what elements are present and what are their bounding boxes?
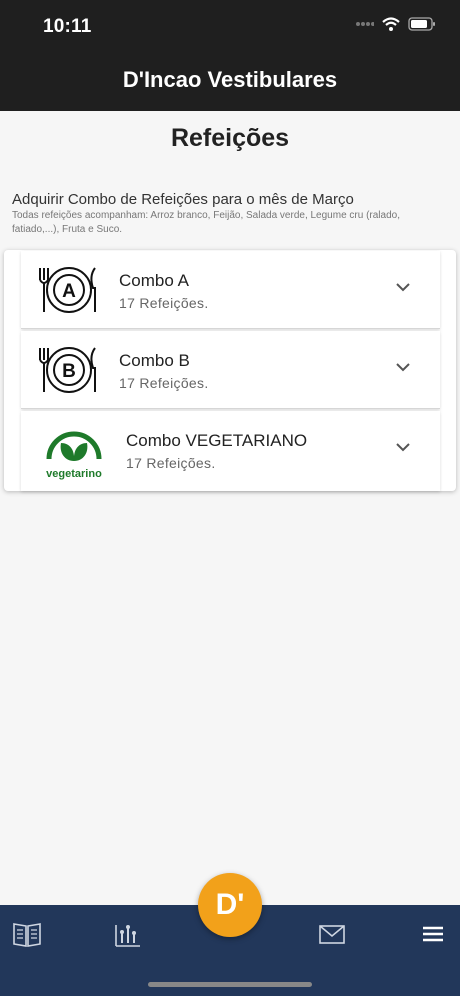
combo-card-list: A Combo A 17 Refeições. B Combo B 17 Ref… (4, 250, 456, 491)
app-title: D'Incao Vestibulares (122, 67, 338, 92)
home-indicator (148, 982, 312, 987)
app-header: D'Incao Vestibulares (0, 56, 460, 111)
combo-name: Combo VEGETARIANO (126, 431, 308, 450)
wifi-icon (382, 17, 400, 31)
combo-meals: 17 Refeições. (119, 375, 209, 391)
book-icon[interactable] (12, 919, 42, 949)
plate-b-icon: B (39, 347, 96, 393)
vegetarian-logo-text: vegetarino (46, 468, 102, 480)
plate-b-letter: B (62, 361, 76, 382)
chart-icon[interactable] (113, 919, 143, 949)
status-icons (356, 17, 436, 31)
combo-b-item[interactable]: B Combo B 17 Refeições. (21, 331, 440, 409)
combo-vegetariano-item[interactable]: vegetarino Combo VEGETARIANO 17 Refeiçõe… (21, 411, 440, 491)
battery-icon (408, 17, 435, 31)
page-note: Todas refeições acompanham: Arroz branco… (12, 210, 400, 235)
menu-icon[interactable] (418, 919, 448, 949)
page-subtitle: Adquirir Combo de Refeições para o mês d… (12, 191, 354, 208)
dincao-home-button[interactable]: D' (198, 873, 262, 937)
status-bar: 10:11 (0, 0, 460, 56)
chevron-down-icon[interactable] (396, 443, 410, 452)
chevron-down-icon[interactable] (396, 283, 410, 292)
combo-name: Combo A (119, 271, 189, 290)
plate-a-icon: A (39, 267, 96, 313)
combo-meals: 17 Refeições. (126, 455, 216, 471)
status-time: 10:11 (43, 16, 92, 37)
page-title: Refeições (170, 124, 290, 152)
chevron-down-icon[interactable] (396, 363, 410, 372)
plate-a-letter: A (62, 281, 76, 302)
combo-a-item[interactable]: A Combo A 17 Refeições. (21, 251, 440, 329)
combo-name: Combo B (119, 351, 190, 370)
vegetarian-icon: vegetarino (46, 431, 102, 480)
mail-icon[interactable] (317, 919, 347, 949)
signal-icon (356, 22, 374, 26)
combo-meals: 17 Refeições. (119, 295, 209, 311)
